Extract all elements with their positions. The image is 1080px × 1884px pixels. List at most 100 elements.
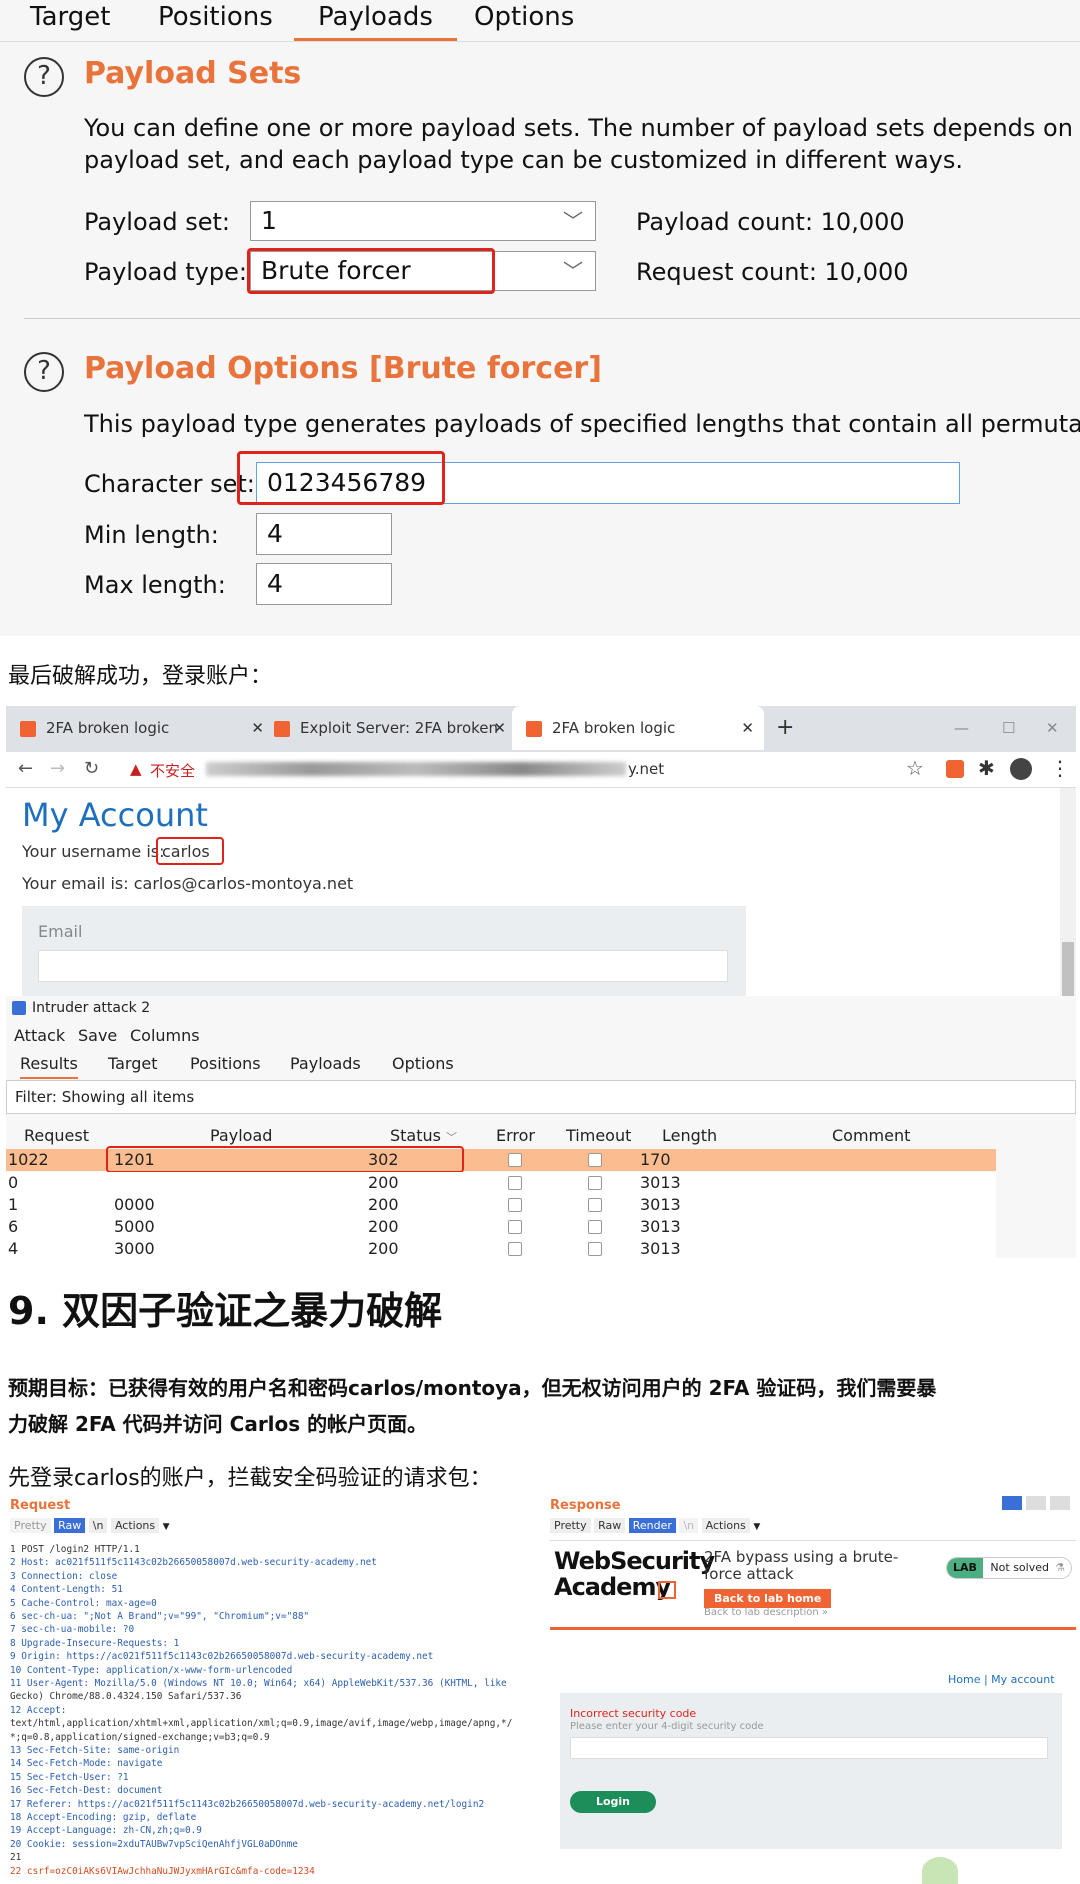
error-message: Incorrect security code	[570, 1707, 697, 1720]
maximize-button[interactable]: ☐	[1002, 706, 1015, 750]
browser-window: 2FA broken logic ✕ Exploit Server: 2FA b…	[6, 706, 1076, 996]
request-count: Request count: 10,000	[636, 258, 909, 286]
col-error[interactable]: Error	[496, 1126, 535, 1145]
chevron-down-icon: ▼	[162, 1522, 170, 1532]
cell-payload: 3000	[114, 1239, 155, 1258]
burp-extension-icon[interactable]	[946, 760, 964, 778]
close-icon[interactable]: ✕	[251, 706, 264, 750]
layout-split-icon[interactable]	[1002, 1496, 1022, 1510]
minimize-button[interactable]: —	[954, 706, 969, 750]
layout-horizontal-icon[interactable]	[1026, 1496, 1046, 1510]
table-header: Request Payload Status ﹀ Error Timeout L…	[6, 1126, 1076, 1148]
lab-title: 2FA bypass using a brute-force attack	[704, 1548, 899, 1583]
tab-payloads[interactable]: Payloads	[294, 2, 457, 41]
reload-icon[interactable]: ↻	[84, 758, 99, 779]
intruder-window: Intruder attack 2 Attack Save Columns Re…	[6, 996, 1076, 1258]
col-payload[interactable]: Payload	[210, 1126, 272, 1145]
nav-links[interactable]: Home | My account	[948, 1673, 1055, 1686]
scrollbar[interactable]	[1060, 788, 1076, 996]
security-code-input[interactable]	[570, 1737, 1048, 1759]
col-timeout[interactable]: Timeout	[566, 1126, 631, 1145]
max-length-input[interactable]: 4	[256, 563, 392, 605]
col-comment[interactable]: Comment	[832, 1126, 910, 1145]
request-line: Gecko) Chrome/88.0.4324.150 Safari/537.3…	[10, 1691, 242, 1703]
cell-request: 4	[8, 1239, 19, 1258]
col-request[interactable]: Request	[24, 1126, 89, 1145]
help-icon[interactable]: ?	[24, 57, 64, 97]
back-to-lab-home-button[interactable]: Back to lab home	[704, 1589, 832, 1608]
extensions-icon[interactable]: ✱	[978, 756, 995, 780]
back-to-lab-description-link[interactable]: Back to lab description »	[704, 1607, 828, 1618]
request-body[interactable]: 1 POST /login2 HTTP/1.1 2 Host: ac021f511…	[6, 1540, 540, 1884]
menu-save[interactable]: Save	[78, 1026, 117, 1045]
close-icon[interactable]: ✕	[741, 706, 754, 750]
profile-icon[interactable]	[1010, 758, 1032, 780]
col-status[interactable]: Status	[390, 1126, 441, 1145]
tab-target[interactable]: Target	[108, 1054, 158, 1073]
actions-menu[interactable]: Actions	[701, 1518, 750, 1533]
payload-set-value: 1	[261, 206, 277, 235]
payload-options-desc: This payload type generates payloads of …	[84, 410, 1080, 438]
menu-attack[interactable]: Attack	[14, 1026, 65, 1045]
tab-pretty[interactable]: Pretty	[550, 1518, 591, 1533]
col-length[interactable]: Length	[662, 1126, 717, 1145]
menu-icon[interactable]: ⋮	[1050, 756, 1070, 780]
browser-tab-2[interactable]: Exploit Server: 2FA broken log ✕	[274, 706, 506, 781]
request-tabs: Pretty Raw \n Actions ▼	[10, 1518, 170, 1536]
tab-newline[interactable]: \n	[88, 1518, 108, 1533]
cell-length: 3013	[640, 1239, 681, 1258]
help-icon[interactable]: ?	[24, 352, 64, 392]
table-row[interactable]: 6 5000 200 3013	[6, 1216, 996, 1238]
tab-options[interactable]: Options	[474, 2, 574, 32]
tab-newline[interactable]: \n	[679, 1518, 699, 1533]
request-line: 10 Content-Type: application/x-www-form-…	[10, 1664, 293, 1676]
tab-raw[interactable]: Raw	[594, 1518, 626, 1533]
email-input[interactable]	[38, 950, 728, 982]
tab-positions[interactable]: Positions	[190, 1054, 261, 1073]
tab-render[interactable]: Render	[628, 1518, 676, 1533]
star-icon[interactable]: ☆	[906, 756, 924, 780]
browser-tab-3-active[interactable]: 2FA broken logic ✕	[512, 706, 764, 750]
browser-tab-1[interactable]: 2FA broken logic ✕	[20, 706, 264, 750]
login-form: Incorrect security code Please enter you…	[560, 1693, 1062, 1849]
tab-results[interactable]: Results	[20, 1054, 78, 1079]
payload-type-label: Payload type:	[84, 258, 247, 286]
error-checkbox	[508, 1242, 522, 1256]
actions-menu[interactable]: Actions	[110, 1518, 160, 1533]
tab-options[interactable]: Options	[392, 1054, 454, 1073]
burp-favicon-icon	[20, 720, 36, 737]
tab-target[interactable]: Target	[30, 2, 110, 32]
tab-pretty[interactable]: Pretty	[10, 1518, 51, 1533]
request-line: 14 Sec-Fetch-Mode: navigate	[10, 1758, 163, 1770]
scrollbar-thumb[interactable]	[1062, 942, 1074, 996]
table-row[interactable]: 1 0000 200 3013	[6, 1194, 996, 1216]
tab-raw[interactable]: Raw	[54, 1518, 86, 1533]
payload-count: Payload count: 10,000	[636, 208, 905, 236]
filter-bar[interactable]: Filter: Showing all items	[6, 1080, 1076, 1114]
divider	[24, 318, 1080, 319]
menu-columns[interactable]: Columns	[130, 1026, 200, 1045]
timeout-checkbox	[588, 1153, 602, 1167]
table-row[interactable]: 0 200 3013	[6, 1172, 996, 1194]
close-icon[interactable]: ✕	[493, 706, 506, 750]
payload-set-select[interactable]: 1 ﹀	[250, 201, 596, 241]
min-length-input[interactable]: 4	[256, 513, 392, 555]
window-close-button[interactable]: ✕	[1046, 706, 1059, 750]
forward-icon[interactable]: →	[50, 758, 65, 779]
max-length-label: Max length:	[84, 571, 226, 599]
login-button[interactable]: Login	[570, 1791, 656, 1813]
email-line: Your email is: carlos@carlos-montoya.net	[22, 874, 354, 893]
address-bar-row: ← → ↻ ▲ 不安全 y.net ☆ ✱ ⋮	[6, 752, 1076, 788]
tab-positions[interactable]: Positions	[158, 2, 273, 32]
blurred-url	[206, 762, 626, 776]
back-icon[interactable]: ←	[18, 758, 33, 779]
cell-request: 0	[8, 1173, 19, 1192]
lab-status: Not solved	[990, 1561, 1049, 1574]
new-tab-button[interactable]: +	[776, 706, 794, 750]
note-success: 最后破解成功，登录账户：	[8, 664, 273, 689]
layout-single-icon[interactable]	[1050, 1496, 1070, 1510]
tab-payloads[interactable]: Payloads	[290, 1054, 361, 1073]
cell-request: 1	[8, 1195, 19, 1214]
chevron-down-icon: ﹀	[563, 209, 583, 233]
table-row[interactable]: 4 3000 200 3013	[6, 1238, 996, 1258]
